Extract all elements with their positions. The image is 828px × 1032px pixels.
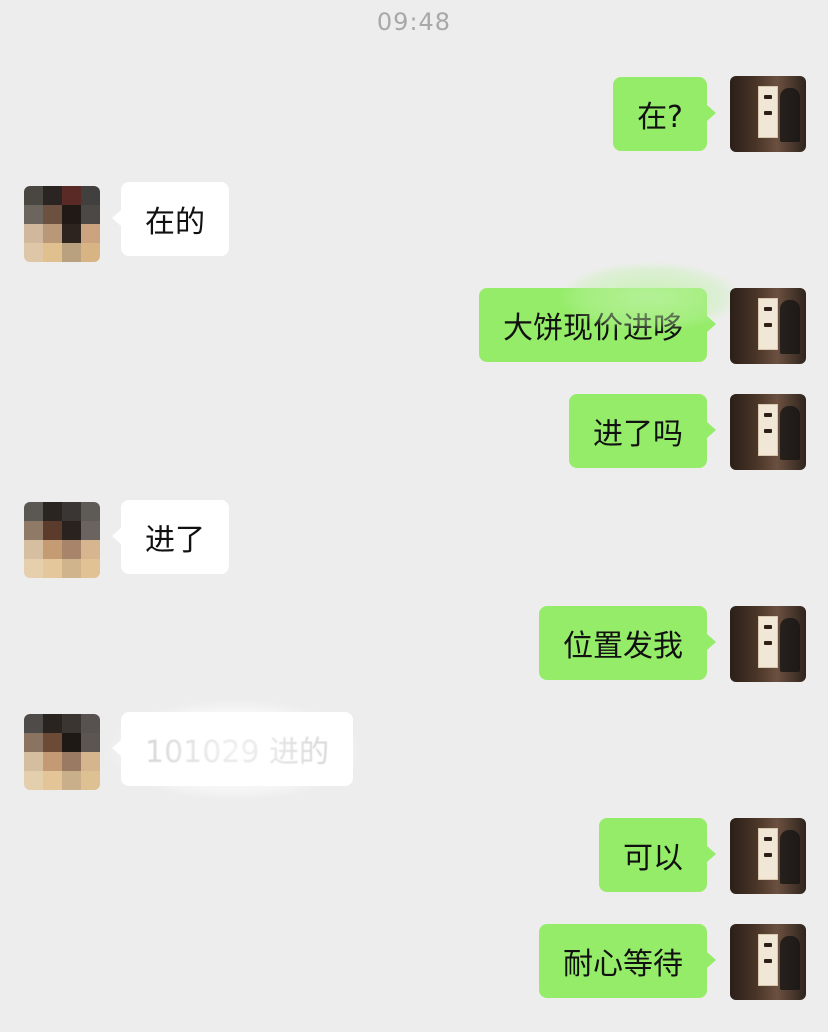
outgoing-message-bubble[interactable]: 进了吗 — [569, 394, 716, 468]
message-text: 101029 进的 — [145, 735, 330, 770]
self-avatar-icon[interactable] — [730, 76, 806, 152]
contact-avatar-icon[interactable] — [24, 502, 100, 578]
incoming-message-bubble[interactable]: 101029 进的 — [111, 712, 354, 786]
self-avatar-icon[interactable] — [730, 924, 806, 1000]
self-avatar-icon[interactable] — [730, 394, 806, 470]
message-text: 大饼现价进哆 — [503, 311, 683, 346]
figure-icon — [780, 88, 800, 142]
figure-icon — [780, 618, 800, 672]
poster-icon — [758, 616, 778, 668]
outgoing-message-bubble[interactable]: 位置发我 — [539, 606, 716, 680]
figure-icon — [780, 936, 800, 990]
message-text: 耐心等待 — [563, 947, 683, 982]
message-text: 在的 — [145, 205, 205, 240]
poster-icon — [758, 934, 778, 986]
figure-icon — [780, 300, 800, 354]
outgoing-message-bubble[interactable]: 在? — [613, 77, 716, 151]
self-avatar-icon[interactable] — [730, 818, 806, 894]
figure-icon — [780, 830, 800, 884]
poster-icon — [758, 298, 778, 350]
message-text: 进了吗 — [593, 417, 683, 452]
outgoing-message-bubble[interactable]: 大饼现价进哆 — [479, 288, 716, 362]
chat-timestamp: 09:48 — [376, 8, 452, 36]
poster-icon — [758, 404, 778, 456]
message-text: 可以 — [623, 841, 683, 876]
contact-avatar-icon[interactable] — [24, 714, 100, 790]
message-text: 进了 — [145, 523, 205, 558]
outgoing-message-bubble[interactable]: 可以 — [599, 818, 716, 892]
self-avatar-icon[interactable] — [730, 288, 806, 364]
pixel-grid — [24, 186, 100, 262]
poster-icon — [758, 828, 778, 880]
outgoing-message-bubble[interactable]: 耐心等待 — [539, 924, 716, 998]
pixel-grid — [24, 714, 100, 790]
message-text: 位置发我 — [563, 629, 683, 664]
message-text: 在? — [637, 100, 683, 135]
contact-avatar-icon[interactable] — [24, 186, 100, 262]
figure-icon — [780, 406, 800, 460]
pixel-grid — [24, 502, 100, 578]
self-avatar-icon[interactable] — [730, 606, 806, 682]
poster-icon — [758, 86, 778, 138]
incoming-message-bubble[interactable]: 进了 — [112, 500, 229, 574]
incoming-message-bubble[interactable]: 在的 — [112, 182, 229, 256]
